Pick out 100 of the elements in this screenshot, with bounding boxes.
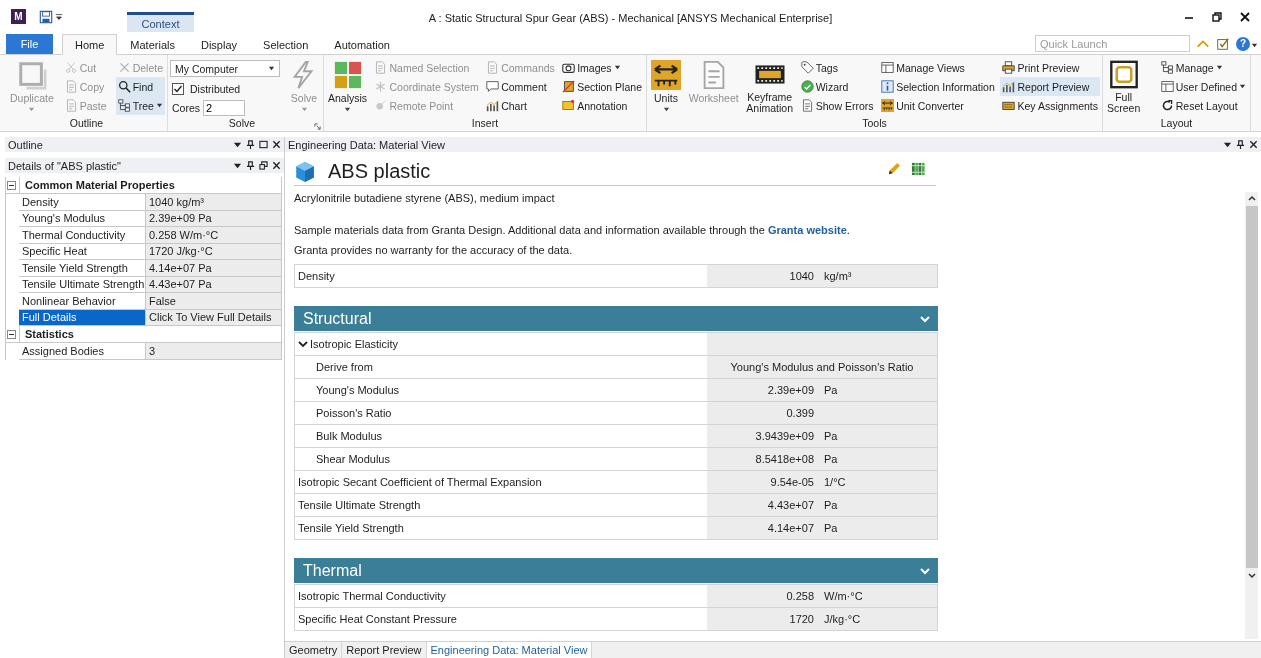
bar-chart-icon — [486, 99, 500, 112]
ribbon-button[interactable]: Print Preview — [1000, 58, 1100, 77]
close-icon[interactable] — [1249, 140, 1258, 149]
unit-text: J/kg·°C — [823, 613, 862, 625]
ribbon-tab[interactable]: Selection — [250, 35, 322, 55]
maximize-icon[interactable] — [259, 140, 268, 149]
checkbox-icon[interactable] — [1216, 37, 1230, 51]
ribbon-button[interactable]: Full Screen — [1105, 58, 1143, 116]
caret-icon — [1239, 83, 1246, 90]
dropdown-icon[interactable] — [233, 140, 242, 149]
disclaimer-text: Granta provides no warranty for the accuracy of the data. — [294, 244, 574, 256]
ribbon-tab[interactable]: Materials — [117, 35, 188, 55]
property-value-cell: 4.14e+07 Pa — [146, 260, 282, 277]
dropdown-field[interactable]: My Computer — [170, 60, 280, 77]
ribbon-button[interactable]: Key Assignments — [1000, 96, 1100, 115]
scissors-icon — [64, 61, 78, 74]
property-value-cell: 1040 kg/m³ — [146, 194, 282, 211]
restore-icon[interactable] — [1211, 10, 1223, 23]
unit-text: W/m·°C — [823, 590, 864, 602]
file-tab[interactable]: File — [6, 34, 53, 54]
value-text: 1720 — [788, 613, 814, 625]
group-label: Layout — [1159, 117, 1194, 130]
ribbon-button[interactable]: Chart — [484, 96, 557, 115]
close-icon[interactable] — [272, 140, 281, 149]
section-title: Common Material Properties — [19, 177, 281, 193]
context-tab[interactable]: Context — [127, 12, 194, 32]
ribbon-tab[interactable]: Display — [187, 35, 251, 55]
ribbon-button[interactable]: Manage Views — [879, 58, 997, 77]
tree-icon — [117, 99, 131, 112]
ribbon-button[interactable]: User Defined — [1158, 77, 1248, 96]
group-label: Solve — [227, 117, 257, 130]
ribbon-tab[interactable]: Home — [62, 34, 118, 55]
value-text: 0.258 — [785, 590, 814, 602]
cores-field[interactable]: 2 — [203, 99, 245, 116]
help-button[interactable]: ? — [1236, 37, 1250, 51]
dialog-launcher-icon[interactable] — [314, 123, 321, 130]
ribbon-button[interactable]: Unit Converter — [879, 96, 997, 115]
ribbon-button[interactable]: Report Preview — [1000, 77, 1100, 96]
scrollbar[interactable] — [1245, 192, 1258, 639]
ribbon-button[interactable]: Units — [649, 58, 683, 116]
ribbon-button[interactable]: Section Plane — [560, 77, 644, 96]
section-title: Statistics — [19, 326, 281, 342]
ribbon-button[interactable]: Reset Layout — [1158, 96, 1248, 115]
scroll-thumb[interactable] — [1245, 206, 1258, 568]
checkbox[interactable] — [172, 82, 184, 95]
close-icon[interactable] — [1239, 10, 1251, 23]
search-icon — [117, 80, 131, 93]
dropdown-icon[interactable] — [1223, 140, 1232, 149]
ribbon-button[interactable]: Selection Information — [879, 77, 997, 96]
pin-icon[interactable] — [246, 140, 255, 149]
checkbox-label: Distributed — [190, 82, 241, 95]
pin-icon[interactable] — [246, 161, 255, 170]
ribbon-button[interactable]: Manage — [1158, 58, 1248, 77]
collapse-icon[interactable] — [7, 329, 16, 339]
pin-icon[interactable] — [1236, 140, 1245, 149]
collapse-icon[interactable] — [7, 180, 16, 190]
property-value-cell: 0.258 W/m·°C — [146, 227, 282, 244]
property-name-cell-text: Tensile Yield Strength — [297, 521, 405, 536]
section-header-button[interactable]: Thermal — [294, 558, 938, 583]
ribbon-button[interactable]: Find — [115, 77, 165, 96]
caret-icon[interactable] — [1251, 42, 1258, 49]
ribbon-button[interactable]: Analysis — [326, 58, 370, 116]
material-title: ABS plastic — [328, 160, 431, 183]
caret-icon — [662, 106, 670, 113]
pencil-icon[interactable] — [886, 161, 901, 176]
document-tab[interactable]: Report Preview — [342, 642, 427, 658]
close-icon[interactable] — [272, 161, 281, 170]
ribbon-button[interactable]: Comment — [484, 77, 557, 96]
document-icon — [64, 80, 78, 93]
document-icon — [374, 61, 388, 74]
document-tab[interactable]: Geometry — [285, 642, 343, 658]
keyboard-icon — [1002, 99, 1016, 112]
unit-text: 1/°C — [823, 476, 847, 488]
books-icon[interactable] — [911, 161, 926, 176]
scroll-down-icon[interactable] — [1246, 570, 1257, 580]
ribbon-button[interactable]: Keyframe Animation — [744, 58, 796, 116]
property-group-cell[interactable]: Isotropic Elasticity — [295, 333, 707, 355]
property-value-cell[interactable]: Young's Modulus and Poisson's Ratio — [707, 356, 937, 378]
ribbon-button[interactable]: Images — [560, 58, 644, 77]
dropdown-icon[interactable] — [233, 161, 242, 170]
document-icon — [486, 61, 500, 74]
check-circle-icon — [800, 80, 814, 93]
property-name-cell-text: Shear Modulus — [315, 452, 391, 467]
value-text: 9.54e-05 — [769, 476, 814, 488]
field-label: Cores — [172, 101, 200, 114]
ribbon-tab[interactable]: Automation — [321, 35, 403, 55]
ribbon-button[interactable]: Tree — [115, 96, 165, 115]
ribbon-button[interactable]: Show Errors — [798, 96, 876, 115]
granta-link[interactable]: Granta website — [767, 224, 847, 236]
save-icon[interactable] — [39, 9, 53, 24]
section-header-button[interactable]: Structural — [294, 306, 938, 331]
value-text: 8.5418e+08 — [754, 453, 814, 465]
square-icon — [16, 60, 47, 90]
ribbon-button[interactable]: Annotation — [560, 96, 644, 115]
restore-icon[interactable] — [259, 161, 268, 170]
ribbon-button[interactable]: Wizard — [798, 77, 876, 96]
quick-launch-field[interactable]: Quick Launch — [1035, 35, 1190, 52]
property-name-cell-text: Specific Heat Constant Pressure — [297, 612, 458, 627]
caret-icon[interactable] — [55, 12, 63, 21]
ribbon-button[interactable]: Tags — [798, 58, 876, 77]
